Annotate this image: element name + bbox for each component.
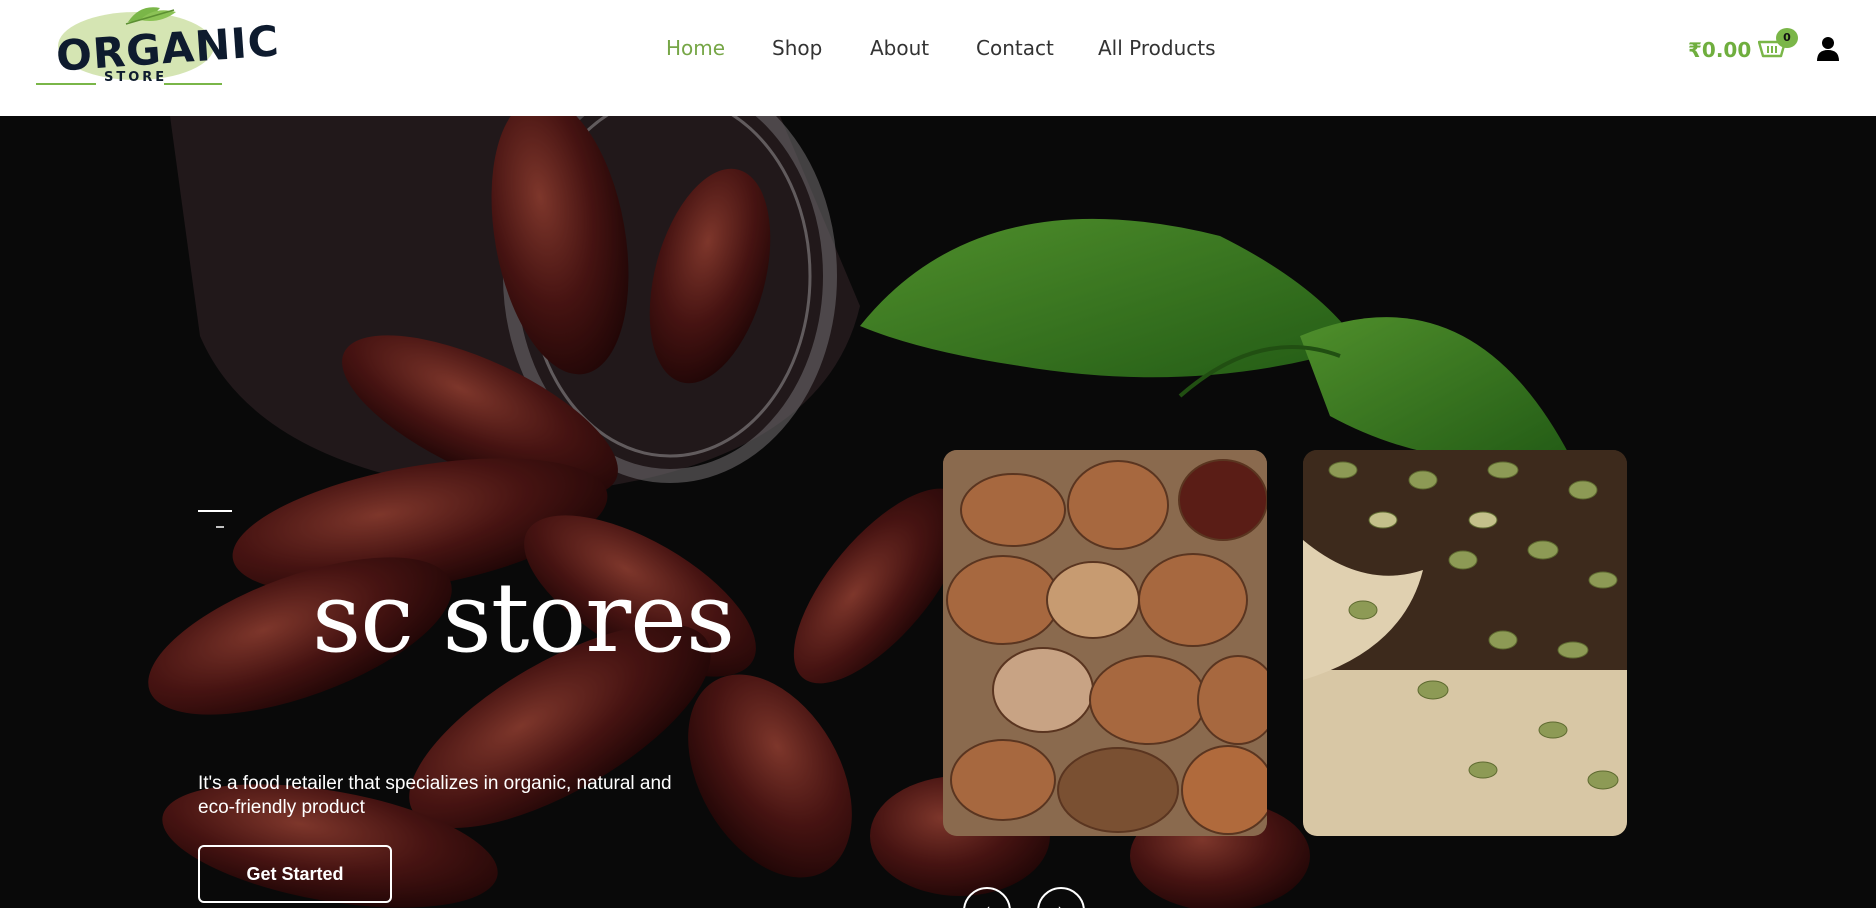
hero-title: sc stores [312,562,735,674]
cart-count-badge: 0 [1776,28,1798,48]
nav-all-products[interactable]: All Products [1098,36,1216,60]
decorative-dash-lines [198,510,232,528]
nav-shop[interactable]: Shop [772,36,822,60]
logo-subtitle: STORE [104,70,168,85]
seeds-product-card[interactable] [1303,450,1627,836]
nuts-product-card[interactable] [943,450,1267,836]
get-started-button[interactable]: Get Started [198,845,392,903]
nav-contact[interactable]: Contact [976,36,1054,60]
nuts-image [943,450,1267,836]
nav-about[interactable]: About [870,36,929,60]
seeds-oats-image [1303,450,1627,836]
hero-description: It's a food retailer that specializes in… [198,773,672,818]
nav-home[interactable]: Home [666,36,725,60]
organic-store-logo[interactable]: ORGANIC STORE [36,2,281,90]
user-icon[interactable] [1816,36,1840,62]
site-header: ORGANIC STORE Home Shop About Contact Al… [0,0,1876,116]
hero-banner: sc stores It's a food retailer that spec… [0,116,1876,908]
cart-total[interactable]: ₹0.00 [1688,38,1751,62]
